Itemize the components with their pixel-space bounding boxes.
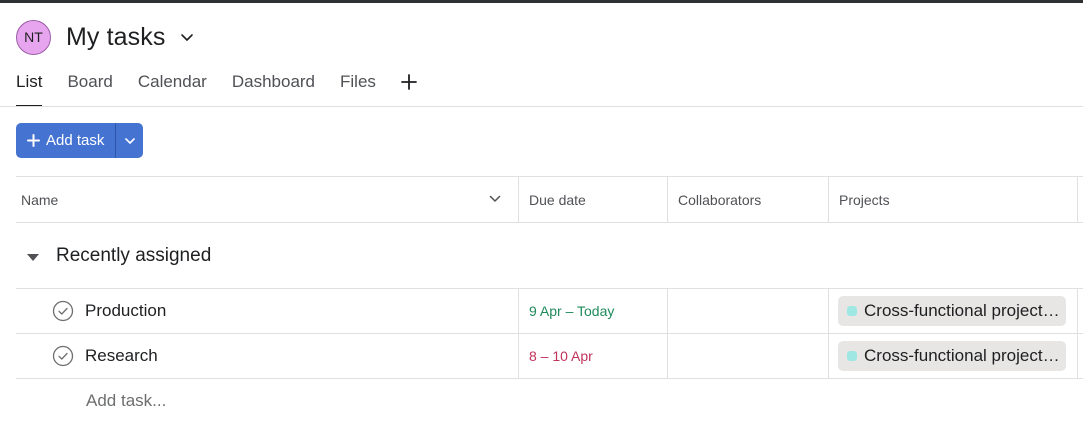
add-task-label: Add task <box>46 132 105 149</box>
tabs-divider <box>0 106 1083 107</box>
section-title: Recently assigned <box>56 245 212 266</box>
add-task-button[interactable]: Add task <box>16 123 116 158</box>
avatar[interactable]: NT <box>16 19 51 55</box>
add-task-dropdown-button[interactable] <box>116 123 144 158</box>
projects-cell: Cross-functional project… <box>828 289 1078 333</box>
check-circle-icon[interactable] <box>52 345 74 367</box>
project-pill[interactable]: Cross-functional project… <box>838 341 1066 371</box>
collaborators-cell[interactable] <box>667 334 828 378</box>
check-circle-icon[interactable] <box>52 300 74 322</box>
table-header: Name Due date Collaborators Projects <box>16 176 1083 223</box>
project-color-dot <box>847 306 857 316</box>
due-date-cell[interactable]: 9 Apr – Today <box>518 289 667 333</box>
task-name-cell: Research <box>16 334 518 378</box>
tab-dashboard[interactable]: Dashboard <box>232 70 315 107</box>
column-header-due-date[interactable]: Due date <box>518 177 667 222</box>
column-header-name[interactable]: Name <box>16 177 518 222</box>
project-pill[interactable]: Cross-functional project… <box>838 296 1066 326</box>
projects-cell: Cross-functional project… <box>828 334 1078 378</box>
project-color-dot <box>847 351 857 361</box>
plus-icon <box>27 134 40 147</box>
column-header-label: Name <box>21 191 59 208</box>
tab-board[interactable]: Board <box>67 70 112 107</box>
tab-files[interactable]: Files <box>340 70 376 107</box>
add-task-inline[interactable]: Add task... <box>86 391 166 411</box>
column-header-projects[interactable]: Projects <box>828 177 1078 222</box>
due-date-cell[interactable]: 8 – 10 Apr <box>518 334 667 378</box>
chevron-down-icon <box>125 137 135 144</box>
tab-list[interactable]: List <box>16 70 43 107</box>
table-row[interactable]: Production 9 Apr – Today Cross-functiona… <box>16 289 1083 334</box>
page-header: NT My tasks <box>16 19 195 55</box>
table-row[interactable]: Research 8 – 10 Apr Cross-functional pro… <box>16 334 1083 379</box>
project-label: Cross-functional project… <box>864 301 1060 320</box>
task-name-cell: Production <box>16 289 518 333</box>
task-table: Name Due date Collaborators Projects Rec… <box>16 176 1083 379</box>
task-name[interactable]: Research <box>85 346 158 366</box>
top-bar <box>0 0 1083 3</box>
collaborators-cell[interactable] <box>667 289 828 333</box>
caret-down-icon[interactable] <box>26 250 40 262</box>
task-name[interactable]: Production <box>85 301 166 321</box>
chevron-down-icon[interactable] <box>488 192 502 206</box>
project-label: Cross-functional project… <box>864 346 1060 365</box>
page-title: My tasks <box>66 22 166 51</box>
avatar-initials: NT <box>24 29 43 45</box>
add-task-button-group: Add task <box>16 123 144 158</box>
view-tabs: List Board Calendar Dashboard Files <box>16 70 419 107</box>
tab-calendar[interactable]: Calendar <box>138 70 207 107</box>
add-tab-icon[interactable] <box>399 70 419 94</box>
section-header: Recently assigned <box>16 223 1083 289</box>
chevron-down-icon[interactable] <box>179 29 195 45</box>
column-header-collaborators[interactable]: Collaborators <box>667 177 828 222</box>
